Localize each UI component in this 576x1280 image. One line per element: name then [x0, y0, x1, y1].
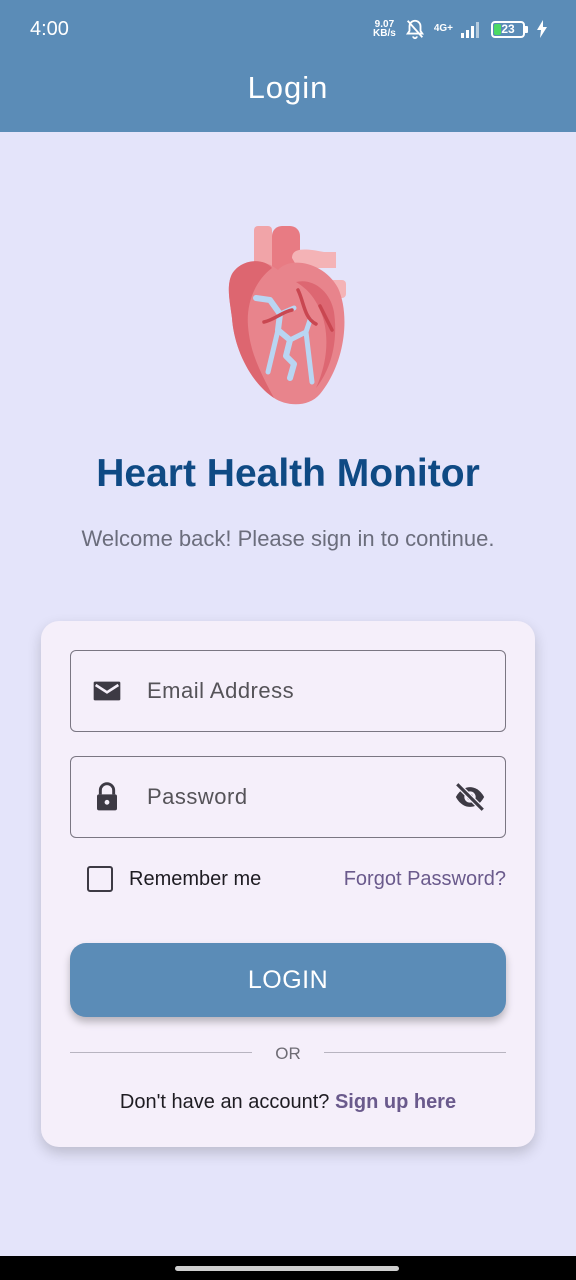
- login-button[interactable]: LOGIN: [70, 943, 506, 1017]
- app-title: Heart Health Monitor: [96, 452, 480, 495]
- remember-row: Remember me Forgot Password?: [70, 861, 506, 897]
- network-speed-unit: KB/s: [373, 28, 396, 39]
- app-bar: 4:00 9.07 KB/s 4G+ 23 Login: [0, 0, 576, 132]
- page-title: Login: [247, 70, 329, 105]
- remember-checkbox[interactable]: [87, 866, 113, 892]
- status-icons: 9.07 KB/s 4G+ 23: [373, 18, 548, 40]
- remember-label[interactable]: Remember me: [129, 868, 261, 891]
- signup-prompt: Don't have an account?: [119, 1091, 335, 1113]
- battery-icon: 23: [491, 20, 528, 38]
- welcome-subtitle: Welcome back! Please sign in to continue…: [81, 526, 495, 551]
- login-card: Remember me Forgot Password? LOGIN OR Do…: [41, 621, 535, 1147]
- password-field[interactable]: [70, 756, 506, 838]
- forgot-password-link[interactable]: Forgot Password?: [344, 868, 506, 891]
- signup-row: Don't have an account? Sign up here: [41, 1091, 535, 1114]
- battery-fill: [494, 23, 501, 35]
- signup-link[interactable]: Sign up here: [335, 1091, 456, 1113]
- network-type: 4G+: [433, 23, 453, 34]
- email-input[interactable]: [147, 651, 445, 731]
- home-indicator[interactable]: [175, 1266, 399, 1271]
- network-speed: 9.07 KB/s: [373, 20, 396, 39]
- email-icon: [93, 681, 121, 701]
- email-field[interactable]: [70, 650, 506, 732]
- eye-off-icon[interactable]: [453, 780, 487, 814]
- password-input[interactable]: [147, 757, 445, 837]
- divider-line-right: [324, 1052, 506, 1053]
- status-time: 4:00: [30, 18, 69, 40]
- signal-icon: [461, 22, 479, 38]
- heart-icon: [228, 226, 346, 405]
- battery-level: 23: [501, 22, 515, 36]
- bell-off-icon: [405, 19, 424, 40]
- charging-icon: [537, 20, 547, 38]
- or-divider: OR: [70, 1041, 506, 1065]
- status-bar: 4:00 9.07 KB/s 4G+ 23: [0, 0, 576, 58]
- lock-icon: [97, 782, 117, 811]
- divider-text: OR: [275, 1044, 301, 1063]
